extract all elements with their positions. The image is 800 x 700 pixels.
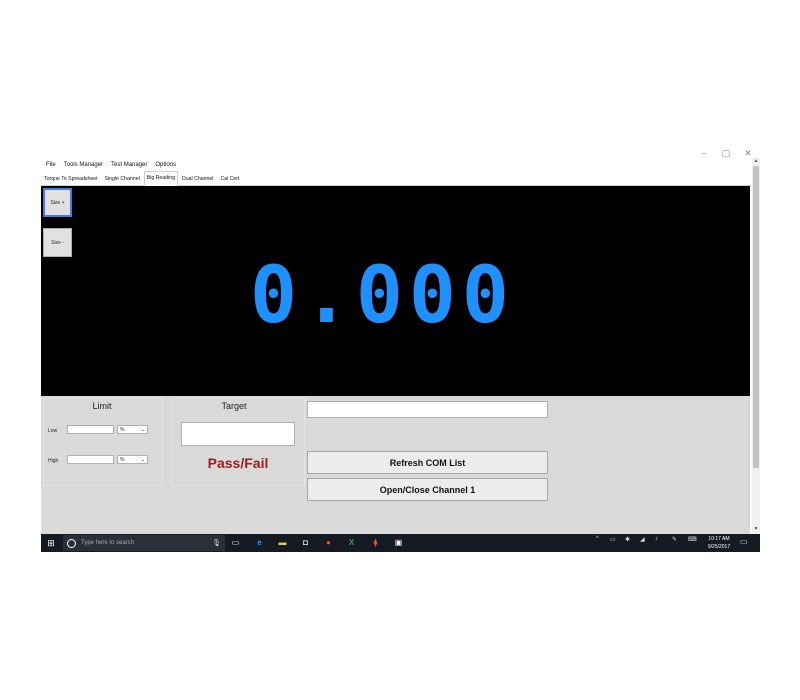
windows-start-icon[interactable]: ⊞ bbox=[44, 535, 58, 551]
low-unit-value: % bbox=[120, 426, 125, 433]
menu-file[interactable]: File bbox=[41, 159, 60, 171]
volume-icon[interactable]: ♪ bbox=[655, 536, 658, 542]
scroll-up-icon[interactable]: ▲ bbox=[752, 158, 760, 164]
chevron-down-icon: ⌄ bbox=[140, 426, 145, 433]
size-increase-button[interactable]: Size + bbox=[43, 188, 72, 217]
taskbar-search[interactable]: Type here to search 🎙 bbox=[63, 535, 225, 551]
excel-icon[interactable]: X bbox=[346, 537, 357, 548]
low-label: Low bbox=[48, 428, 58, 434]
menu-options[interactable]: Options bbox=[151, 159, 180, 171]
network-icon[interactable]: ◢ bbox=[640, 536, 645, 543]
tab-torque-to-spreadsheet[interactable]: Torque To Spreadsheet bbox=[41, 172, 101, 186]
target-title: Target bbox=[221, 401, 247, 411]
pass-fail-status: Pass/Fail bbox=[207, 455, 269, 471]
scrollbar-thumb[interactable] bbox=[753, 166, 759, 468]
chrome-icon[interactable]: ● bbox=[323, 537, 334, 548]
app-icon[interactable]: ▣ bbox=[393, 537, 404, 548]
battery-icon[interactable]: ▭ bbox=[610, 536, 616, 543]
limit-title: Limit bbox=[92, 401, 112, 411]
chevron-down-icon: ⌄ bbox=[140, 456, 145, 463]
keyboard-icon[interactable]: ⌨ bbox=[688, 536, 697, 543]
low-unit-select[interactable]: % ⌄ bbox=[117, 425, 148, 434]
high-limit-input[interactable] bbox=[67, 455, 114, 464]
cortana-icon bbox=[67, 538, 76, 548]
search-placeholder: Type here to search bbox=[81, 540, 135, 546]
clock-date: 9/25/2017 bbox=[707, 544, 731, 550]
high-unit-value: % bbox=[120, 456, 125, 463]
microphone-icon[interactable]: 🎙 bbox=[212, 539, 221, 547]
notification-icon[interactable]: ▭ bbox=[740, 537, 748, 546]
refresh-com-list-button[interactable]: Refresh COM List bbox=[307, 451, 548, 474]
tab-dual-channel[interactable]: Dual Channel bbox=[179, 172, 216, 186]
low-limit-input[interactable] bbox=[67, 425, 114, 434]
pen-icon[interactable]: ✎ bbox=[672, 536, 677, 543]
target-input[interactable] bbox=[181, 422, 295, 446]
big-reading-value: 0.000 bbox=[250, 251, 515, 341]
com-port-field[interactable] bbox=[307, 401, 548, 418]
acrobat-icon[interactable]: ⧫ bbox=[370, 537, 381, 548]
taskbar-clock[interactable]: 10:17 AM 9/25/2017 bbox=[704, 535, 734, 551]
tab-strip: Torque To Spreadsheet Single Channel Big… bbox=[41, 171, 751, 186]
limit-group bbox=[43, 398, 163, 486]
menu-test-manager[interactable]: Test Manager bbox=[107, 159, 151, 171]
menu-bar: File Tools Manager Test Manager Options bbox=[41, 159, 751, 171]
show-hidden-icons[interactable]: ^ bbox=[596, 536, 599, 542]
menu-tools-manager[interactable]: Tools Manager bbox=[60, 159, 107, 171]
store-icon[interactable]: ◘ bbox=[300, 537, 311, 548]
high-label: High bbox=[48, 458, 59, 464]
clock-time: 10:17 AM bbox=[708, 536, 730, 542]
tab-big-reading[interactable]: Big Reading bbox=[143, 171, 178, 186]
bluetooth-icon[interactable]: ✱ bbox=[625, 536, 630, 543]
edge-icon[interactable]: e bbox=[254, 537, 265, 548]
tab-cal-cert[interactable]: Cal Cert bbox=[217, 172, 242, 186]
scroll-down-icon[interactable]: ▼ bbox=[752, 526, 760, 532]
high-unit-select[interactable]: % ⌄ bbox=[117, 455, 148, 464]
size-decrease-button[interactable]: Size - bbox=[43, 228, 72, 257]
tab-single-channel[interactable]: Single Channel bbox=[102, 172, 143, 186]
task-view-icon[interactable]: ▭ bbox=[230, 537, 241, 548]
open-close-channel-button[interactable]: Open/Close Channel 1 bbox=[307, 478, 548, 501]
file-explorer-icon[interactable]: ▬ bbox=[277, 537, 288, 548]
